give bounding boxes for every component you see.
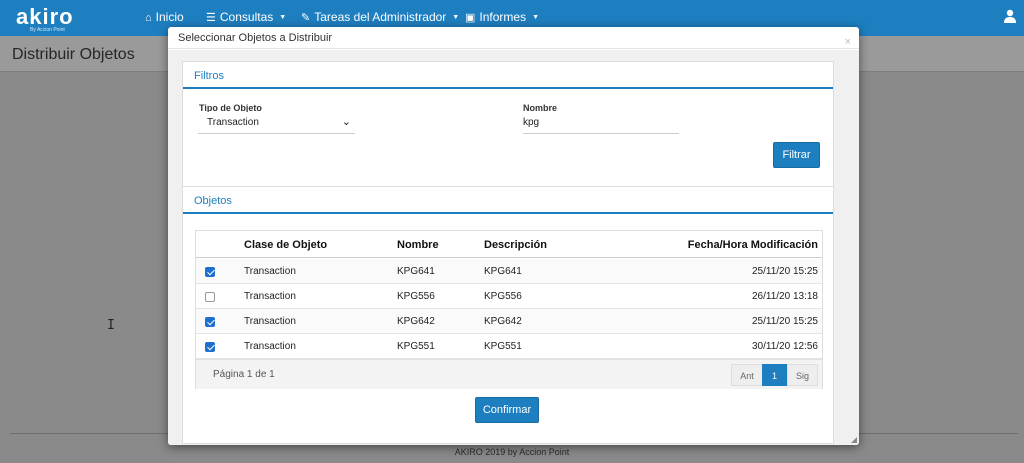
page-info: Página 1 de 1 (213, 369, 275, 380)
cell-fecha: 30/11/20 12:56 (752, 341, 818, 352)
caret-down-icon: ▼ (279, 14, 287, 22)
object-type-select[interactable]: Transaction ⌄ (198, 112, 355, 134)
cell-nombre: KPG642 (397, 316, 435, 327)
cell-fecha: 26/11/20 13:18 (752, 291, 818, 302)
row-checkbox[interactable] (205, 267, 215, 277)
nav-consultas[interactable]: ☰ Consultas ▼ (206, 10, 286, 24)
footer-text: AKIRO 2019 by Accion Point (454, 447, 570, 457)
table-row[interactable]: Transaction KPG641 KPG641 25/11/20 15:25 (196, 259, 822, 284)
table-row[interactable]: Transaction KPG551 KPG551 30/11/20 12:56 (196, 334, 822, 359)
col-clase[interactable]: Clase de Objeto (244, 239, 327, 251)
cell-nombre: KPG641 (397, 266, 435, 277)
prev-page-button[interactable]: Ant (731, 364, 763, 386)
briefcase-icon: ▣ (465, 12, 476, 24)
col-descripcion[interactable]: Descripción (484, 239, 547, 251)
nav-tareas-label: Tareas del Administrador (314, 10, 447, 24)
nav-tareas-admin[interactable]: ✎ Tareas del Administrador ▼ (301, 10, 459, 24)
objects-panel: Objetos Clase de Objeto Nombre Descripci… (182, 186, 834, 444)
current-page-button[interactable]: 1 (762, 364, 787, 386)
filter-button[interactable]: Filtrar (773, 142, 820, 168)
cell-fecha: 25/11/20 15:25 (752, 266, 818, 277)
cell-clase: Transaction (244, 266, 296, 277)
home-icon: ⌂ (145, 12, 152, 24)
nav-consultas-label: Consultas (219, 10, 274, 24)
table-row[interactable]: Transaction KPG642 KPG642 25/11/20 15:25 (196, 309, 822, 334)
row-checkbox[interactable] (205, 292, 215, 302)
filters-panel-header: Filtros (183, 62, 833, 89)
table-row[interactable]: Transaction KPG556 KPG556 26/11/20 13:18 (196, 284, 822, 309)
objects-table: Clase de Objeto Nombre Descripción Fecha… (195, 230, 823, 389)
confirm-button[interactable]: Confirmar (475, 397, 539, 423)
chevron-down-icon: ⌄ (341, 116, 351, 128)
modal-header: Seleccionar Objetos a Distribuir × (168, 27, 859, 49)
modal-title: Seleccionar Objetos a Distribuir (178, 32, 333, 44)
object-type-value: Transaction (207, 117, 259, 128)
close-icon[interactable]: × (845, 36, 851, 48)
objects-title: Objetos (194, 195, 232, 207)
objects-panel-header: Objetos (183, 187, 833, 214)
cell-nombre: KPG551 (397, 341, 435, 352)
text-cursor-icon: I (107, 318, 115, 333)
cell-descripcion: KPG556 (484, 291, 522, 302)
page-title: Distribuir Objetos (12, 46, 135, 63)
cell-clase: Transaction (244, 316, 296, 327)
col-fecha[interactable]: Fecha/Hora Modificación (688, 239, 818, 251)
logo-subtitle: By Accion Point (30, 27, 65, 33)
nav-informes[interactable]: ▣ Informes ▼ (465, 10, 539, 24)
list-icon: ☰ (206, 12, 216, 24)
row-checkbox[interactable] (205, 317, 215, 327)
filters-panel: Filtros Tipo de Objeto Transaction ⌄ Nom… (182, 61, 834, 187)
cell-descripcion: KPG642 (484, 316, 522, 327)
next-page-button[interactable]: Sig (787, 364, 818, 386)
wrench-icon: ✎ (301, 12, 311, 24)
cell-fecha: 25/11/20 15:25 (752, 316, 818, 327)
cell-clase: Transaction (244, 291, 296, 302)
table-header: Clase de Objeto Nombre Descripción Fecha… (196, 231, 822, 258)
cell-clase: Transaction (244, 341, 296, 352)
cell-descripcion: KPG551 (484, 341, 522, 352)
nav-informes-label: Informes (479, 10, 527, 24)
resize-handle[interactable] (851, 437, 857, 443)
user-icon[interactable] (1004, 9, 1016, 26)
name-input-value: kpg (523, 117, 540, 128)
cell-descripcion: KPG641 (484, 266, 522, 277)
nav-inicio-label: Inicio (155, 10, 184, 24)
nav-inicio[interactable]: ⌂ Inicio (145, 10, 184, 24)
caret-down-icon: ▼ (532, 14, 540, 22)
col-nombre[interactable]: Nombre (397, 239, 439, 251)
cell-nombre: KPG556 (397, 291, 435, 302)
row-checkbox[interactable] (205, 342, 215, 352)
filters-title: Filtros (194, 70, 224, 82)
modal-body: Filtros Tipo de Objeto Transaction ⌄ Nom… (168, 50, 859, 445)
select-objects-modal: Seleccionar Objetos a Distribuir × Filtr… (168, 27, 859, 445)
caret-down-icon: ▼ (452, 14, 460, 22)
table-pager: Página 1 de 1 Ant 1 Sig (196, 359, 822, 389)
name-input[interactable]: kpg (523, 112, 679, 134)
